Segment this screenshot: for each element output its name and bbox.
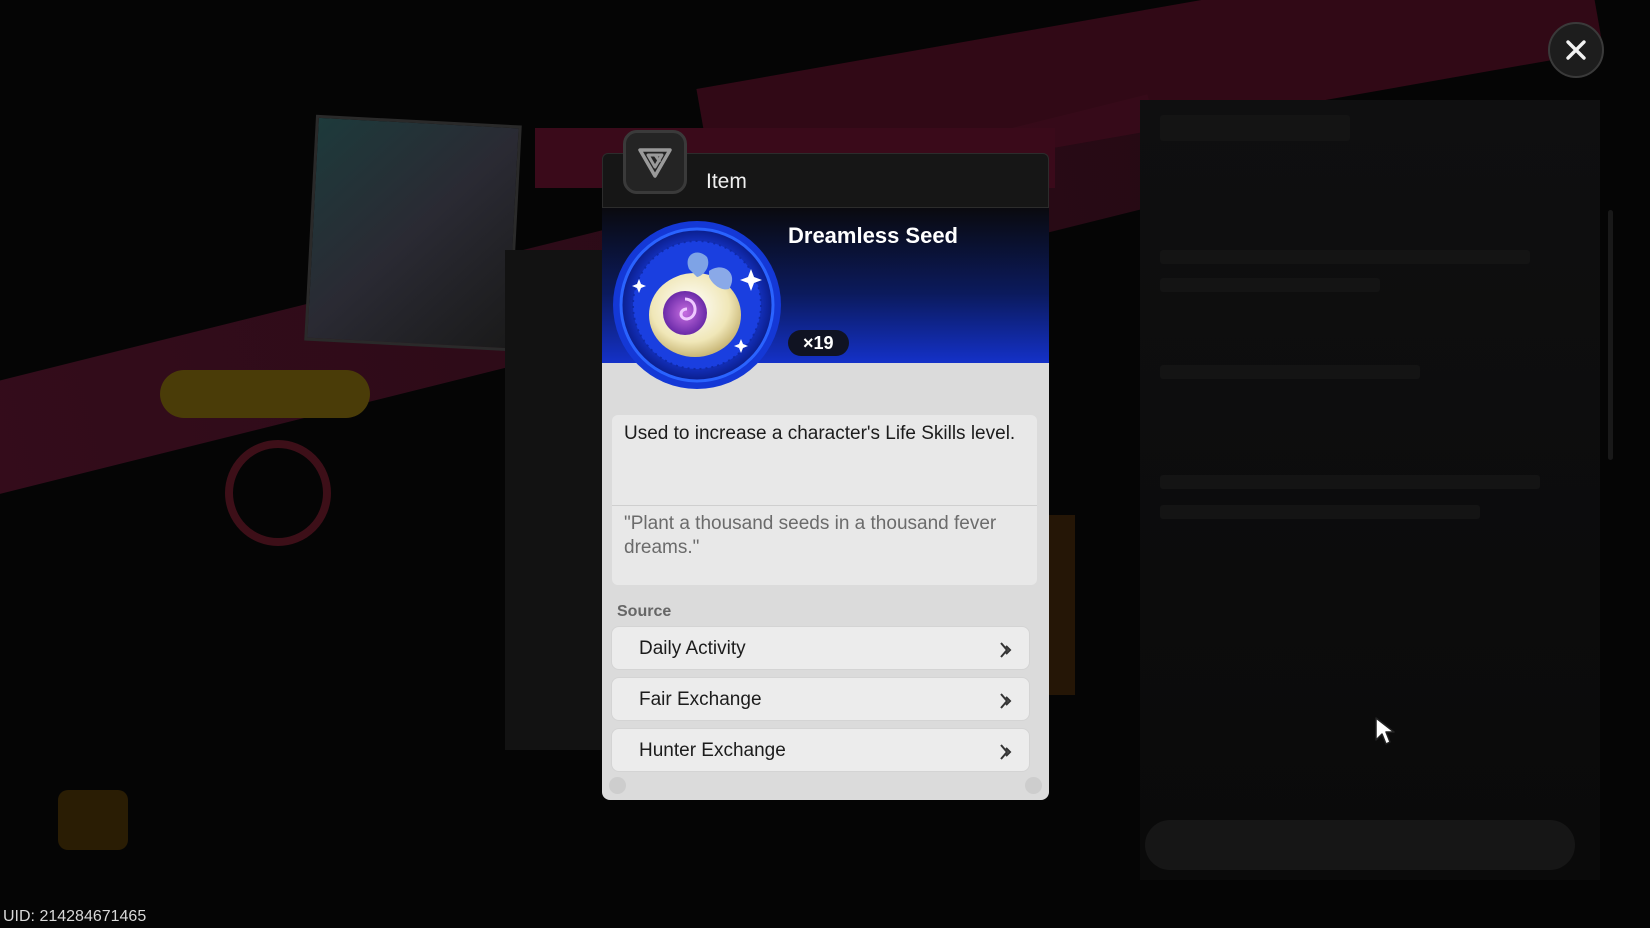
divider [612,505,1037,506]
dialog-title: Item [706,170,747,193]
item-flavor-text: "Plant a thousand seeds in a thousand fe… [624,513,997,558]
corner-dot [609,777,626,794]
bg-panel-line [1160,475,1540,489]
bg-panel-title [1160,115,1350,141]
source-label: Fair Exchange [639,689,762,710]
source-hunter-exchange[interactable]: Hunter Exchange [611,728,1030,772]
bg-panel-button [1145,820,1575,870]
source-label: Daily Activity [639,638,746,659]
dreamless-seed-icon [613,221,781,389]
source-fair-exchange[interactable]: Fair Exchange [611,677,1030,721]
item-description: Used to increase a character's Life Skil… [624,423,1016,444]
mouse-cursor-icon [1375,717,1395,745]
bg-panel-line [1160,505,1480,519]
bg-panel-line [1160,365,1420,379]
close-icon [1566,40,1586,60]
bg-scrollbar [1608,210,1613,460]
item-detail-dialog: Item Dreamless Seed ×19 Used to increase… [602,130,1049,800]
bg-panel-line [1160,278,1380,292]
bg-skill-panel [1140,100,1600,880]
source-heading: Source [617,603,672,620]
corner-dot [1025,777,1042,794]
dialog-body: Used to increase a character's Life Skil… [602,363,1049,800]
bg-logo [58,790,128,850]
bg-ring [225,440,331,546]
uid-label: UID: 214284671465 [3,908,147,925]
chevron-right-icon [1000,693,1012,709]
item-name: Dreamless Seed [788,223,958,248]
chevron-right-icon [1000,642,1012,658]
bg-character-card [304,114,522,352]
bg-list-panel [505,250,615,750]
bg-badge [160,370,370,418]
item-description-box: Used to increase a character's Life Skil… [612,415,1037,585]
source-label: Hunter Exchange [639,740,786,761]
item-category-emblem-icon [623,130,687,194]
item-quantity-badge: ×19 [788,330,849,356]
chevron-right-icon [1000,744,1012,760]
source-daily-activity[interactable]: Daily Activity [611,626,1030,670]
close-button[interactable] [1548,22,1604,78]
bg-panel-line [1160,250,1530,264]
